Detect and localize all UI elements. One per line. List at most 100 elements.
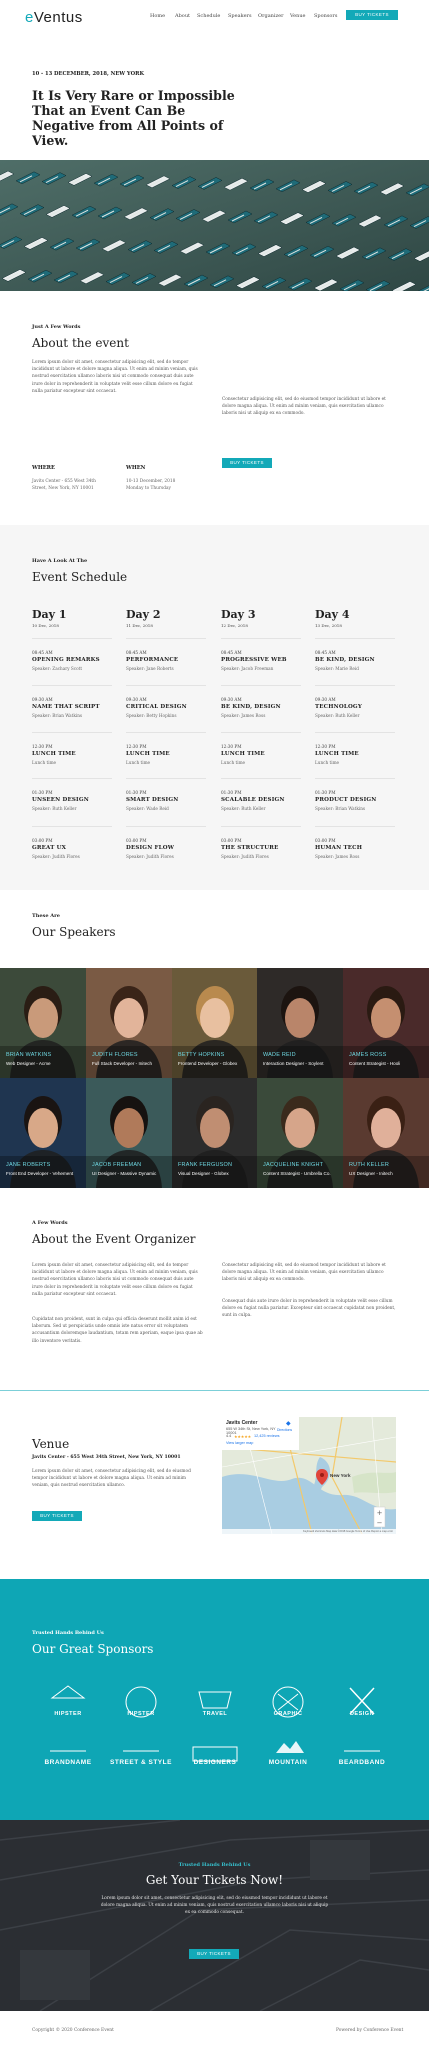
- nav-about[interactable]: About: [175, 13, 190, 19]
- session-title[interactable]: BE KIND, DESIGN: [221, 704, 281, 710]
- speaker-name[interactable]: JACQUELINE KNIGHT: [263, 1162, 323, 1168]
- session-title[interactable]: CRITICAL DESIGN: [126, 704, 187, 710]
- session-title[interactable]: NAME THAT SCRIPT: [32, 704, 100, 710]
- day-title: Day 3: [221, 608, 256, 621]
- session-title[interactable]: THE STRUCTURE: [221, 845, 278, 851]
- speaker-role: Frontend Developer - Globex: [178, 1061, 238, 1066]
- organizer-kicker: A Few Words: [32, 1220, 68, 1226]
- speaker-name[interactable]: WADE REID: [263, 1052, 296, 1058]
- speaker-card[interactable]: JACQUELINE KNIGHT Content Strategist - Um…: [257, 1078, 343, 1188]
- speaker-name[interactable]: RUTH KELLER: [349, 1162, 389, 1168]
- session-title[interactable]: SMART DESIGN: [126, 797, 178, 803]
- nav-venue[interactable]: Venue: [290, 13, 306, 19]
- session-title[interactable]: OPENING REMARKS: [32, 657, 100, 663]
- sponsor-logo[interactable]: STREET & STYLE: [109, 1739, 173, 1783]
- organizer-text-3: Consectetur adipisicing elit, sed do eiu…: [222, 1263, 386, 1283]
- speaker-card[interactable]: WADE REID Interaction Designer - Soylent: [257, 968, 343, 1078]
- session-speaker: Lunch time: [126, 760, 151, 765]
- speaker-name[interactable]: JACOB FREEMAN: [92, 1162, 141, 1168]
- nav-schedule[interactable]: Schedule: [197, 13, 220, 19]
- sponsor-logo[interactable]: HIPSTER: [109, 1684, 173, 1728]
- footer-copyright: Copyright © 2020 Conference Event: [32, 2028, 114, 2033]
- map-rating: 4.4: [226, 1434, 232, 1438]
- tickets-buy-button[interactable]: BUY TICKETS: [189, 1949, 239, 1959]
- speaker-name[interactable]: BETTY HOPKINS: [178, 1052, 225, 1058]
- session-title[interactable]: PROGRESSIVE WEB: [221, 657, 287, 663]
- header-buy-tickets-button[interactable]: BUY TICKETS: [346, 10, 398, 20]
- speaker-name[interactable]: JAMES ROSS: [349, 1052, 386, 1058]
- tickets-kicker: Trusted Hands Behind Us: [178, 1862, 251, 1868]
- sponsor-logo[interactable]: DESIGN: [330, 1684, 394, 1728]
- directions-icon[interactable]: ◆: [286, 1420, 291, 1427]
- map-zoom-controls[interactable]: [373, 1507, 386, 1527]
- map-directions-link[interactable]: Directions: [277, 1428, 292, 1432]
- session-speaker: Speaker: Jane Roberts: [126, 666, 174, 671]
- sponsor-logo[interactable]: BEARDBAND: [330, 1739, 394, 1783]
- sponsor-logo[interactable]: HIPSTER: [36, 1684, 100, 1728]
- session-title[interactable]: SCALABLE DESIGN: [221, 797, 285, 803]
- about-kicker: Just A Few Words: [32, 324, 81, 330]
- speaker-card[interactable]: BRIAN WATKINS Web Designer - Acme: [0, 968, 86, 1078]
- nav-sponsors[interactable]: Sponsors: [314, 13, 337, 19]
- speaker-card[interactable]: JUDITH FLORES Full Stack Developer - Init…: [86, 968, 172, 1078]
- sponsor-logo[interactable]: MOUNTAIN: [256, 1739, 320, 1783]
- speaker-name[interactable]: JANE ROBERTS: [6, 1162, 50, 1168]
- session-title[interactable]: LUNCH TIME: [221, 751, 265, 757]
- session-divider: [315, 685, 395, 686]
- about-buy-tickets-button[interactable]: BUY TICKETS: [222, 458, 272, 468]
- map-reviews-link[interactable]: 12,425 reviews: [254, 1434, 280, 1438]
- session-time: 12:30 PM: [126, 744, 147, 749]
- session-divider: [315, 732, 395, 733]
- speaker-role: Front End Developer - Vehement: [6, 1171, 74, 1176]
- session-time: 01:30 PM: [32, 790, 53, 795]
- sponsor-logo[interactable]: BRANDNAME: [36, 1739, 100, 1783]
- session-speaker: Speaker: James Ross: [221, 713, 266, 718]
- session-time: 03:00 PM: [32, 838, 53, 843]
- venue-buy-tickets-button[interactable]: BUY TICKETS: [32, 1511, 82, 1521]
- session-title[interactable]: LUNCH TIME: [315, 751, 359, 757]
- sponsor-logo[interactable]: GRAPHIC: [256, 1684, 320, 1728]
- venue-map[interactable]: + − Javits Center 655 W 34th St, New Yor…: [222, 1417, 396, 1534]
- session-title[interactable]: LUNCH TIME: [32, 751, 76, 757]
- nav-speakers[interactable]: Speakers: [228, 13, 252, 19]
- sponsor-logo[interactable]: TRAVEL: [183, 1684, 247, 1728]
- speaker-card[interactable]: JACOB FREEMAN UI Designer - Massive Dynam…: [86, 1078, 172, 1188]
- session-title[interactable]: PERFORMANCE: [126, 657, 178, 663]
- day-title: Day 4: [315, 608, 350, 621]
- about-title: About the event: [32, 336, 129, 350]
- session-title[interactable]: DESIGN FLOW: [126, 845, 174, 851]
- session-title[interactable]: GREAT UX: [32, 845, 66, 851]
- session-title[interactable]: BE KIND, DESIGN: [315, 657, 375, 663]
- speaker-card[interactable]: JAMES ROSS Content Strategist - Hooli: [343, 968, 429, 1078]
- speaker-card[interactable]: RUTH KELLER UX Designer - Initech: [343, 1078, 429, 1188]
- session-divider: [221, 685, 301, 686]
- sponsor-logo[interactable]: DESIGNERS: [183, 1739, 247, 1783]
- speaker-card[interactable]: JANE ROBERTS Front End Developer - Veheme…: [0, 1078, 86, 1188]
- session-title[interactable]: HUMAN TECH: [315, 845, 362, 851]
- day-date: 13 Dec, 2018: [315, 623, 342, 628]
- tickets-section: Trusted Hands Behind Us Get Your Tickets…: [0, 1820, 429, 2011]
- map-view-larger-link[interactable]: View larger map: [226, 1441, 253, 1445]
- session-title[interactable]: UNSEEN DESIGN: [32, 797, 89, 803]
- session-title[interactable]: TECHNOLOGY: [315, 704, 362, 710]
- speaker-name[interactable]: BRIAN WATKINS: [6, 1052, 51, 1058]
- site-logo[interactable]: eVentus: [25, 9, 83, 26]
- speaker-card[interactable]: FRANK FERGUSON Visual Designer - Globex: [172, 1078, 258, 1188]
- map-place-name: Javits Center: [226, 1420, 258, 1426]
- session-time: 03:00 PM: [126, 838, 147, 843]
- speaker-name[interactable]: FRANK FERGUSON: [178, 1162, 232, 1168]
- sponsor-logo-text: GRAPHIC: [273, 1711, 303, 1717]
- where-label: WHERE: [32, 465, 55, 471]
- session-title[interactable]: LUNCH TIME: [126, 751, 170, 757]
- session-time: 01:30 PM: [315, 790, 336, 795]
- nav-organizer[interactable]: Organizer: [258, 13, 283, 19]
- nav-home[interactable]: Home: [150, 13, 165, 19]
- session-speaker: Speaker: James Ross: [315, 854, 360, 859]
- sponsors-kicker: Trusted Hands Behind Us: [32, 1630, 104, 1636]
- map-attribution: Keyboard shortcuts Map data ©2018 Google…: [222, 1529, 396, 1534]
- speaker-card[interactable]: BETTY HOPKINS Frontend Developer - Globex: [172, 968, 258, 1078]
- session-speaker: Speaker: Brian Watkins: [32, 713, 83, 718]
- day-date: 11 Dec, 2018: [126, 623, 153, 628]
- speaker-name[interactable]: JUDITH FLORES: [92, 1052, 138, 1058]
- session-title[interactable]: PRODUCT DESIGN: [315, 797, 376, 803]
